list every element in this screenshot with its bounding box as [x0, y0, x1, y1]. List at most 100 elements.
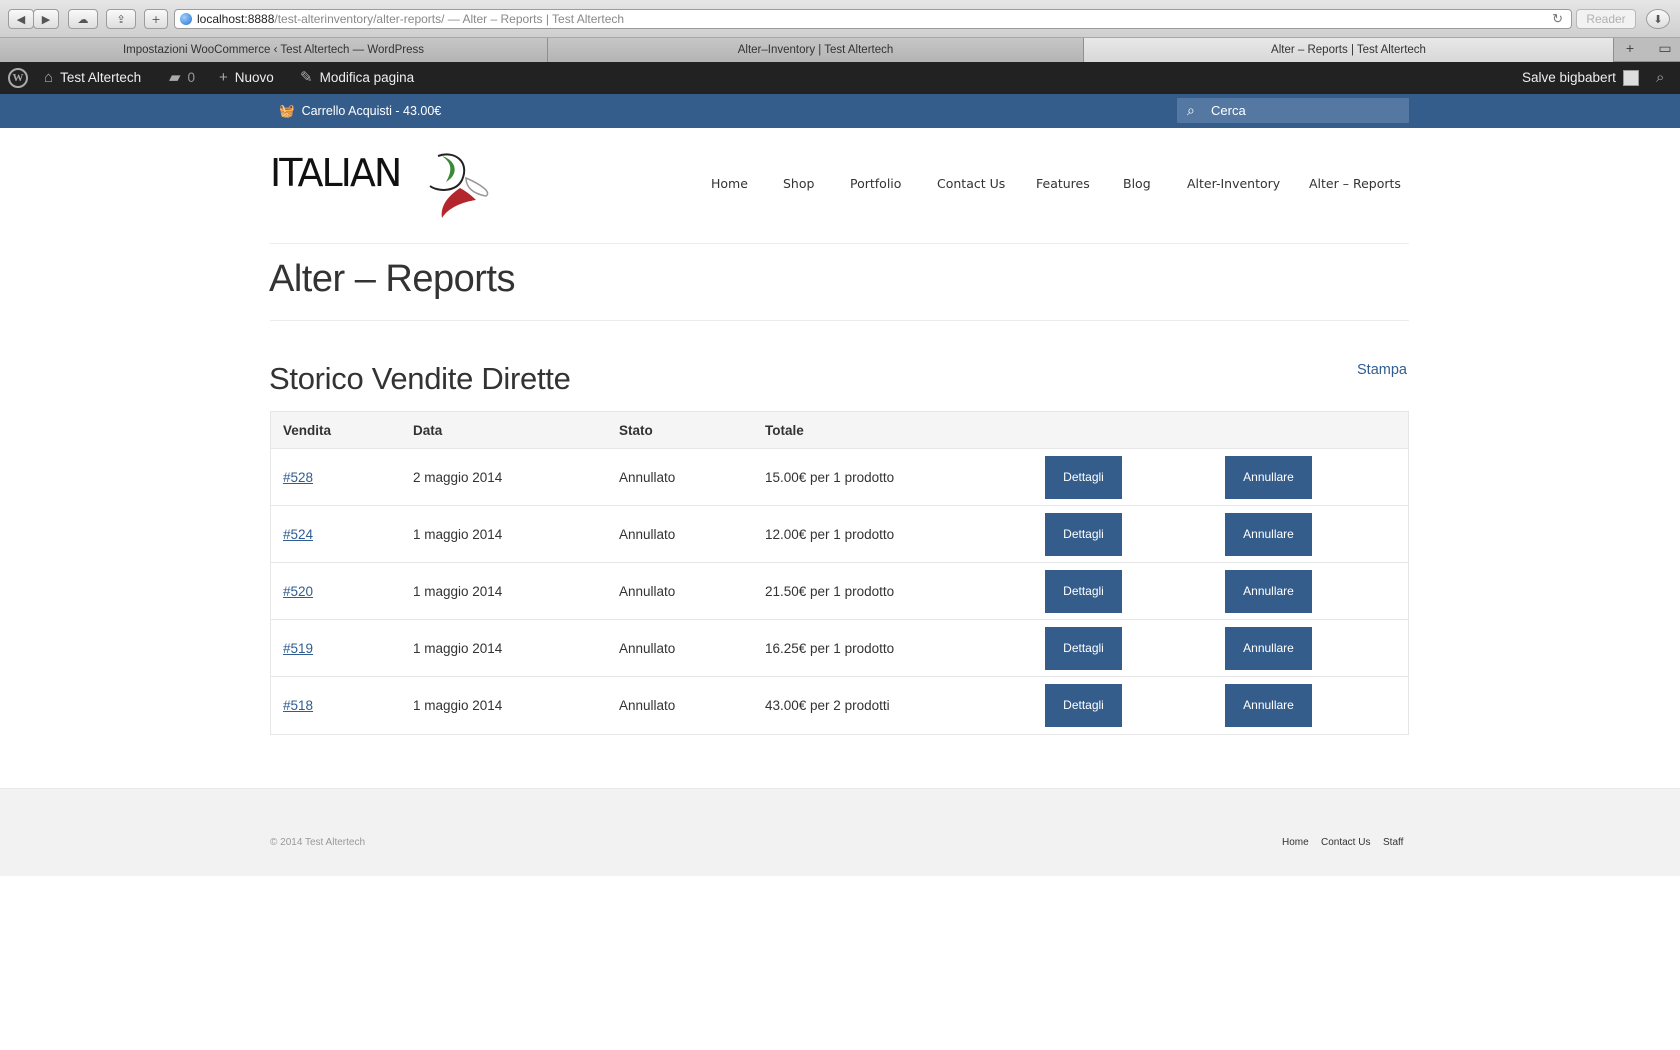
back-button[interactable]: ◀: [8, 9, 34, 29]
print-link[interactable]: Stampa: [1357, 362, 1407, 378]
icloud-tabs-button[interactable]: ☁: [68, 9, 98, 29]
new-content-menu[interactable]: + Nuovo: [219, 62, 274, 94]
address-bar[interactable]: localhost:8888/test-alterinventory/alter…: [174, 9, 1572, 29]
my-account-menu[interactable]: Salve bigbabert: [1522, 62, 1639, 94]
edit-label: Modifica pagina: [319, 70, 415, 85]
sale-date: 2 maggio 2014: [413, 470, 503, 485]
sale-total: 15.00€ per 1 prodotto: [765, 470, 895, 485]
footer-link-contact-us[interactable]: Contact Us: [1321, 837, 1370, 848]
col-vendita: Vendita: [283, 423, 332, 438]
wordpress-menu[interactable]: W: [8, 62, 28, 94]
table-row: #524 1 maggio 2014 Annullato 12.00€ per …: [271, 506, 1408, 563]
nav-home[interactable]: Home: [711, 176, 748, 191]
new-label: Nuovo: [234, 70, 274, 85]
sale-id-link[interactable]: #518: [283, 677, 313, 734]
table-row: #518 1 maggio 2014 Annullato 43.00€ per …: [271, 677, 1408, 734]
plus-icon: +: [219, 69, 228, 86]
site-name: Test Altertech: [60, 70, 142, 85]
share-button[interactable]: ⇪: [106, 9, 136, 29]
tab-bar: Impostazioni WooCommerce ‹ Test Altertec…: [0, 38, 1680, 62]
sale-date: 1 maggio 2014: [413, 527, 503, 542]
cart-label: Carrello Acquisti - 43.00€: [301, 104, 442, 118]
copyright: © 2014 Test Altertech: [270, 837, 366, 848]
footer-link-home[interactable]: Home: [1282, 837, 1309, 848]
header-divider: [270, 243, 1409, 244]
search-placeholder: Cerca: [1211, 103, 1246, 118]
details-button[interactable]: Dettagli: [1045, 513, 1122, 556]
footer-link-staff[interactable]: Staff: [1383, 837, 1403, 848]
browser-toolbar: ◀ ▶ ☁ ⇪ + localhost:8888/test-alterinven…: [0, 0, 1680, 38]
wordpress-icon: W: [8, 68, 28, 88]
table-header: Vendita Data Stato Totale: [271, 412, 1408, 449]
nav-blog[interactable]: Blog: [1123, 176, 1151, 191]
url-path: /test-alterinventory/alter-reports/ — Al…: [274, 12, 625, 26]
sale-status: Annullato: [619, 698, 676, 713]
site-footer: © 2014 Test Altertech Home Contact Us St…: [0, 788, 1680, 876]
tab-alter-inventory[interactable]: Alter–Inventory | Test Altertech: [548, 38, 1084, 62]
cancel-button[interactable]: Annullare: [1225, 570, 1312, 613]
admin-search-icon[interactable]: ⌕: [1656, 62, 1664, 94]
sale-date: 1 maggio 2014: [413, 584, 503, 599]
sale-status: Annullato: [619, 584, 676, 599]
sale-id-link[interactable]: #524: [283, 506, 313, 563]
forward-button[interactable]: ▶: [33, 9, 59, 29]
nav-alter-reports[interactable]: Alter – Reports: [1309, 176, 1401, 191]
cart-link[interactable]: 🧺 Carrello Acquisti - 43.00€: [279, 94, 441, 128]
store-bar: 🧺 Carrello Acquisti - 43.00€ ⌕ Cerca: [0, 94, 1680, 128]
cancel-button[interactable]: Annullare: [1225, 627, 1312, 670]
section-title: Storico Vendite Dirette: [269, 361, 571, 396]
cancel-button[interactable]: Annullare: [1225, 684, 1312, 727]
nav-contact-us[interactable]: Contact Us: [937, 176, 1005, 191]
sale-status: Annullato: [619, 641, 676, 656]
search-input[interactable]: ⌕ Cerca: [1177, 98, 1409, 123]
details-button[interactable]: Dettagli: [1045, 627, 1122, 670]
sale-id-link[interactable]: #519: [283, 620, 313, 677]
nav-shop[interactable]: Shop: [783, 176, 814, 191]
reader-button[interactable]: Reader: [1576, 9, 1636, 29]
col-data: Data: [413, 423, 443, 438]
table-row: #519 1 maggio 2014 Annullato 16.25€ per …: [271, 620, 1408, 677]
nav-portfolio[interactable]: Portfolio: [850, 176, 901, 191]
comment-icon: ▰: [169, 69, 181, 86]
url-host: localhost:8888: [197, 12, 275, 26]
home-icon: ⌂: [44, 69, 54, 86]
new-tab-icon[interactable]: +: [1615, 40, 1645, 59]
globe-icon: [180, 13, 192, 25]
nav-features[interactable]: Features: [1036, 176, 1090, 191]
site-name-link[interactable]: ⌂ Test Altertech: [44, 62, 141, 94]
col-stato: Stato: [619, 423, 653, 438]
edit-page-link[interactable]: ✎ Modifica pagina: [300, 62, 414, 94]
comments-link[interactable]: ▰ 0: [169, 62, 195, 94]
sale-status: Annullato: [619, 527, 676, 542]
cancel-button[interactable]: Annullare: [1225, 513, 1312, 556]
tab-woocommerce[interactable]: Impostazioni WooCommerce ‹ Test Altertec…: [0, 38, 548, 62]
greeting: Salve bigbabert: [1522, 70, 1616, 85]
details-button[interactable]: Dettagli: [1045, 570, 1122, 613]
tab-alter-reports[interactable]: Alter – Reports | Test Altertech: [1084, 38, 1614, 62]
sale-id-link[interactable]: #520: [283, 563, 313, 620]
add-bookmark-button[interactable]: +: [144, 9, 168, 29]
wp-admin-bar: W ⌂ Test Altertech ▰ 0 + Nuovo ✎ Modific…: [0, 62, 1680, 94]
sale-total: 43.00€ per 2 prodotti: [765, 698, 890, 713]
sale-total: 12.00€ per 1 prodotto: [765, 527, 895, 542]
nav-alter-inventory[interactable]: Alter-Inventory: [1187, 176, 1280, 191]
comments-count: 0: [187, 70, 196, 85]
sale-id-link[interactable]: #528: [283, 449, 313, 506]
table-row: #520 1 maggio 2014 Annullato 21.50€ per …: [271, 563, 1408, 620]
cancel-button[interactable]: Annullare: [1225, 456, 1312, 499]
avatar: [1622, 70, 1639, 86]
table-row: #528 2 maggio 2014 Annullato 15.00€ per …: [271, 449, 1408, 506]
site-logo[interactable]: ITALIAN: [270, 148, 495, 220]
pencil-icon: ✎: [300, 69, 313, 86]
col-totale: Totale: [765, 423, 804, 438]
basket-icon: 🧺: [279, 104, 295, 118]
tab-overview-icon[interactable]: ▭: [1650, 40, 1680, 59]
logo-text: ITALIAN: [270, 151, 400, 195]
search-icon: ⌕: [1187, 102, 1195, 118]
downloads-icon[interactable]: ⬇: [1646, 9, 1670, 29]
sale-total: 21.50€ per 1 prodotto: [765, 584, 895, 599]
sale-date: 1 maggio 2014: [413, 641, 503, 656]
details-button[interactable]: Dettagli: [1045, 684, 1122, 727]
reload-icon[interactable]: ↻: [1552, 10, 1563, 28]
details-button[interactable]: Dettagli: [1045, 456, 1122, 499]
